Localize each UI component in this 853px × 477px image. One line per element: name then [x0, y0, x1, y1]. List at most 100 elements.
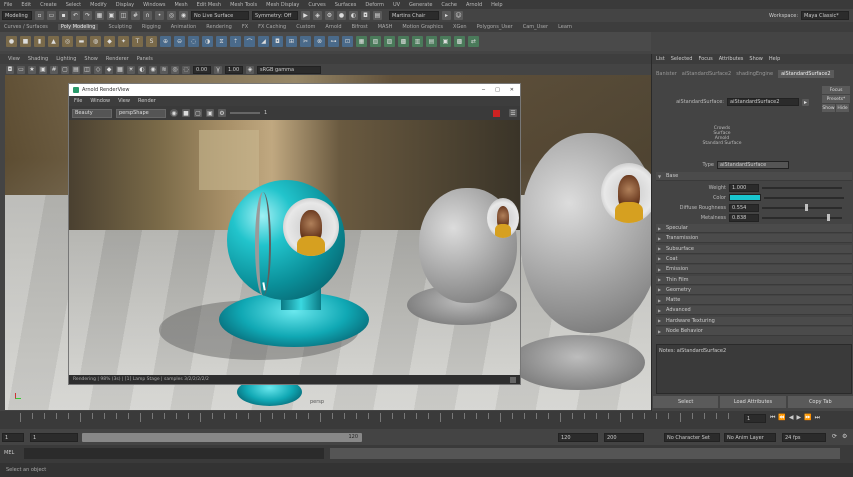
viewport-menu-panels[interactable]: Panels [137, 56, 153, 62]
snap-grid-icon[interactable]: # [131, 11, 140, 20]
planar-map-icon[interactable]: ▧ [370, 36, 381, 47]
menu-file[interactable]: File [4, 2, 12, 8]
isolate-select-icon[interactable]: ◎ [171, 65, 179, 74]
ae-menu-show[interactable]: Show [749, 56, 763, 62]
uv-editor-icon[interactable]: ▦ [356, 36, 367, 47]
menu-mesh-display[interactable]: Mesh Display [266, 2, 299, 8]
camera-attributes-icon[interactable]: ▭ [17, 65, 25, 74]
maximize-icon[interactable]: □ [495, 87, 500, 93]
arnold-title-bar[interactable]: Arnold RenderView ─ □ ✕ [69, 84, 520, 96]
menu-display[interactable]: Display [116, 2, 134, 8]
fill-hole-icon[interactable]: ◘ [272, 36, 283, 47]
menu-help[interactable]: Help [491, 2, 502, 8]
viewport-menu-shading[interactable]: Shading [28, 56, 48, 62]
redo-icon[interactable]: ↷ [83, 11, 92, 20]
sign-in-icon[interactable]: ☺ [454, 11, 463, 20]
ae-menu-attributes[interactable]: Attributes [719, 56, 744, 62]
menu-mesh[interactable]: Mesh [174, 2, 187, 8]
menu-surfaces[interactable]: Surfaces [335, 2, 357, 8]
color-management-icon[interactable]: ◈ [246, 65, 254, 74]
diffuse-field[interactable]: 0.554 [729, 203, 759, 212]
show-button[interactable]: Show [822, 104, 835, 112]
anim-prefs-icon[interactable]: ⚙ [842, 433, 847, 440]
gamma-field[interactable]: 1.00 [225, 65, 243, 74]
lights-icon[interactable]: ☀ [127, 65, 135, 74]
stop-icon[interactable]: ■ [182, 109, 190, 117]
workspace-selector[interactable]: Maya Classic* [801, 11, 849, 20]
viewport-menu-view[interactable]: View [8, 56, 20, 62]
poly-cube-icon[interactable]: ■ [20, 36, 31, 47]
render-frame-icon[interactable]: ▶ [301, 11, 310, 20]
extrude-icon[interactable]: ⇡ [230, 36, 241, 47]
viewport-menu-show[interactable]: Show [84, 56, 98, 62]
fps-dropdown[interactable]: 24 fps [782, 433, 826, 442]
node-select-icon[interactable]: ▸ [802, 98, 809, 106]
poly-sphere-icon[interactable]: ● [6, 36, 17, 47]
weight-field[interactable]: 1.000 [729, 183, 759, 192]
copy-tab-button[interactable]: Copy Tab [787, 396, 853, 408]
ae-tab-2[interactable]: shadingEngine [736, 71, 773, 77]
shelf-tab-animation[interactable]: Animation [171, 24, 197, 30]
metalness-slider[interactable] [762, 214, 842, 221]
render-view-icon[interactable]: ▸ [442, 11, 451, 20]
snap-point-icon[interactable]: • [155, 11, 164, 20]
diffuse-slider[interactable] [762, 204, 842, 211]
settings-icon[interactable]: ⚙ [218, 109, 226, 117]
diffuse-slider-knob[interactable] [804, 204, 808, 211]
arnold-menu-view[interactable]: View [118, 98, 130, 104]
range-start-field[interactable]: 1 [30, 433, 78, 442]
command-input[interactable] [24, 448, 324, 459]
shadows-icon[interactable]: ◐ [138, 65, 146, 74]
section-hardware-texturing[interactable]: Hardware Texturing [656, 316, 852, 326]
menu-deform[interactable]: Deform [365, 2, 384, 8]
image-plane-icon[interactable]: ▣ [39, 65, 47, 74]
shelf-tab-cam-user[interactable]: Cam_User [523, 24, 548, 30]
load-attributes-button[interactable]: Load Attributes [720, 396, 786, 408]
close-icon[interactable]: ✕ [510, 87, 514, 93]
layout-uv-icon[interactable]: ▣ [440, 36, 451, 47]
menu-edit[interactable]: Edit [21, 2, 31, 8]
antialias-icon[interactable]: ≋ [160, 65, 168, 74]
menu-curves[interactable]: Curves [308, 2, 325, 8]
menu-uv[interactable]: UV [393, 2, 400, 8]
type-dropdown[interactable]: aiStandardSurface [717, 161, 789, 169]
ae-tab-3[interactable]: aiStandardSurface2 [778, 70, 834, 78]
exposure-field[interactable]: 0.00 [193, 65, 211, 74]
render-name-field[interactable]: Martins Chair [389, 11, 439, 20]
section-base[interactable]: Base [656, 172, 852, 181]
snapshot-icon[interactable]: ▣ [206, 109, 214, 117]
bevel-icon[interactable]: ◢ [258, 36, 269, 47]
render-options-icon[interactable]: ☰ [509, 109, 517, 117]
multi-cut-icon[interactable]: ✂ [300, 36, 311, 47]
shelf-tab-motion-graphics[interactable]: Motion Graphics [402, 24, 443, 30]
menu-mesh-tools[interactable]: Mesh Tools [230, 2, 257, 8]
hide-button[interactable]: Hide [836, 104, 849, 112]
step-back-icon[interactable]: ⏪ [778, 414, 785, 422]
arnold-menu-render[interactable]: Render [138, 98, 156, 104]
color-slider[interactable] [764, 196, 844, 199]
render-settings-icon[interactable]: ⚙ [325, 11, 334, 20]
play-back-icon[interactable]: ◀ [789, 414, 794, 422]
go-start-icon[interactable]: ⏮ [770, 414, 775, 422]
shelf-tab-fx-caching[interactable]: FX Caching [258, 24, 286, 30]
poly-plane-icon[interactable]: ▬ [76, 36, 87, 47]
menu-arnold[interactable]: Arnold [466, 2, 482, 8]
section-coat[interactable]: Coat [656, 254, 852, 264]
shelf-tab-xgen[interactable]: XGen [453, 24, 467, 30]
shelf-tab-learn[interactable]: Learn [558, 24, 572, 30]
camera-icon[interactable]: ◘ [361, 11, 370, 20]
notes-area[interactable]: Notes: aiStandardSurface2 [656, 344, 852, 394]
arnold-menu-window[interactable]: Window [90, 98, 110, 104]
separate-icon[interactable]: ⊖ [174, 36, 185, 47]
append-icon[interactable]: ⊞ [286, 36, 297, 47]
resolution-gate-icon[interactable]: ▤ [72, 65, 80, 74]
metalness-slider-knob[interactable] [826, 214, 830, 221]
select-button[interactable]: Select [653, 396, 719, 408]
step-forward-icon[interactable]: ⏩ [804, 414, 811, 422]
hypershade-icon[interactable]: ● [337, 11, 346, 20]
weight-slider[interactable] [762, 186, 842, 189]
live-surface-field[interactable]: No Live Surface [191, 11, 249, 20]
viewport-menu-lighting[interactable]: Lighting [56, 56, 76, 62]
bookmark-icon[interactable]: ★ [28, 65, 36, 74]
shelf-tab-sculpting[interactable]: Sculpting [108, 24, 131, 30]
